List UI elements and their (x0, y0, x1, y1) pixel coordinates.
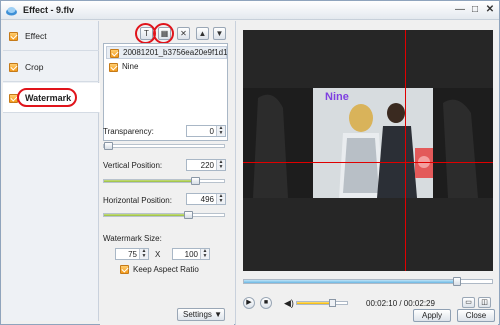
spin-arrows-icon[interactable]: ▲ ▼ (200, 249, 209, 259)
volume-slider[interactable] (296, 299, 348, 307)
nav-item-watermark[interactable]: Watermark (3, 83, 100, 113)
vertical-position-label: Vertical Position: (103, 161, 163, 170)
transparency-label: Transparency: (103, 127, 154, 136)
title-bar: Effect - 9.flv — □ ✕ (1, 1, 499, 20)
watermark-item-checkbox[interactable] (110, 49, 119, 58)
progress-knob[interactable] (453, 277, 461, 286)
delete-watermark-button[interactable]: ✕ (177, 27, 190, 40)
effect-enable-checkbox[interactable] (9, 32, 18, 41)
video-scene-image (243, 88, 493, 198)
watermark-height-value: 100 (184, 250, 198, 259)
watermark-height-input[interactable]: 100 ▲ ▼ (172, 248, 210, 260)
maximize-button[interactable]: □ (469, 4, 481, 16)
horizontal-position-slider[interactable] (103, 211, 225, 219)
slider-fill (104, 180, 195, 182)
watermark-panel: T ▦ ✕ ▲ ▼ 20081201_b3756ea20e9f1d1 Nine … (100, 21, 234, 325)
progress-fill (244, 280, 457, 283)
playback-progress-bar[interactable] (243, 277, 493, 286)
effect-dialog: Effect - 9.flv — □ ✕ Effect Crop Waterma… (0, 0, 500, 325)
nav-item-crop[interactable]: Crop (3, 52, 99, 82)
horizontal-guide-line (243, 162, 493, 163)
spin-arrows-icon[interactable]: ▲ ▼ (139, 249, 148, 259)
video-preview[interactable]: Nine (243, 30, 493, 271)
volume-fill (297, 302, 332, 304)
vertical-position-value: 220 (200, 161, 214, 170)
fit-view-icon[interactable]: ▭ (462, 297, 475, 308)
highlight-oval (153, 23, 174, 44)
nav-item-effect[interactable]: Effect (3, 21, 99, 51)
watermark-preview-text[interactable]: Nine (325, 91, 349, 103)
size-separator: X (155, 250, 161, 259)
nav-item-label: Crop (25, 62, 44, 72)
volume-icon[interactable]: ◀) (284, 298, 294, 309)
vertical-position-input[interactable]: 220 ▲ ▼ (186, 159, 226, 171)
list-item[interactable]: 20081201_b3756ea20e9f1d1 (106, 46, 227, 59)
spin-arrows-icon[interactable]: ▲ ▼ (216, 160, 225, 170)
volume-knob[interactable] (329, 299, 336, 307)
move-down-button[interactable]: ▼ (213, 27, 226, 40)
list-item[interactable]: Nine (106, 61, 227, 74)
keep-aspect-ratio-checkbox[interactable] (120, 265, 129, 274)
vertical-guide-line (405, 30, 406, 271)
move-up-button[interactable]: ▲ (196, 27, 209, 40)
list-item-label: 20081201_b3756ea20e9f1d1 (123, 48, 227, 57)
watermark-item-checkbox[interactable] (109, 63, 118, 72)
keep-aspect-ratio-label: Keep Aspect Ratio (133, 265, 199, 274)
app-logo-icon (6, 7, 17, 16)
vertical-position-slider[interactable] (103, 177, 225, 185)
minimize-button[interactable]: — (454, 4, 466, 16)
watermark-width-input[interactable]: 75 ▲ ▼ (115, 248, 149, 260)
watermark-width-value: 75 (128, 250, 137, 259)
playback-time: 00:02:10 / 00:02:29 (366, 299, 435, 308)
list-item-label: Nine (122, 62, 139, 71)
slider-fill (104, 214, 188, 216)
settings-button[interactable]: Settings ▼ (177, 308, 225, 321)
close-window-button[interactable]: ✕ (484, 4, 496, 16)
horizontal-position-value: 496 (200, 195, 214, 204)
highlight-oval (17, 88, 77, 107)
spin-arrows-icon[interactable]: ▲ ▼ (216, 194, 225, 204)
spin-arrows-icon[interactable]: ▲ ▼ (216, 126, 225, 136)
play-button[interactable]: ▶ (243, 297, 255, 309)
crop-enable-checkbox[interactable] (9, 63, 18, 72)
preview-panel: Nine ▶ ■ ◀) 00:02:10 / 00:02:29 ▭ ◫ Appl… (235, 21, 498, 325)
slider-thumb[interactable] (104, 142, 113, 150)
compare-view-icon[interactable]: ◫ (478, 297, 491, 308)
slider-thumb[interactable] (184, 211, 193, 219)
watermark-size-label: Watermark Size: (103, 234, 162, 243)
close-button[interactable]: Close (457, 309, 495, 322)
horizontal-position-input[interactable]: 496 ▲ ▼ (186, 193, 226, 205)
slider-thumb[interactable] (191, 177, 200, 185)
transparency-value: 0 (209, 127, 214, 136)
horizontal-position-label: Horizontal Position: (103, 196, 172, 205)
effect-nav: Effect Crop Watermark (3, 21, 100, 321)
transparency-slider[interactable] (103, 142, 225, 150)
window-title: Effect - 9.flv (23, 5, 75, 15)
nav-item-label: Effect (25, 31, 47, 41)
apply-button[interactable]: Apply (413, 309, 451, 322)
video-frame-image (243, 88, 493, 198)
stop-button[interactable]: ■ (260, 297, 272, 309)
transparency-input[interactable]: 0 ▲ ▼ (186, 125, 226, 137)
